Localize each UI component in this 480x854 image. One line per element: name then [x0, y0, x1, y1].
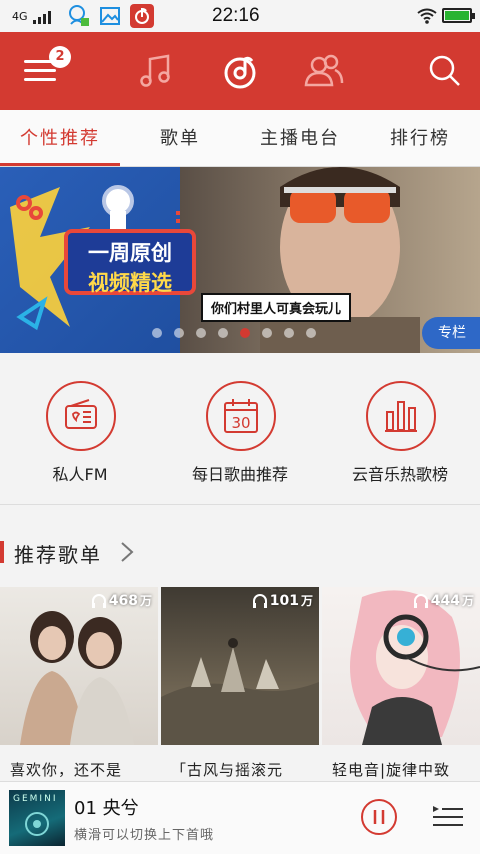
daily-recommend-label: 每日歌曲推荐: [191, 465, 288, 484]
playlist-cover: [322, 587, 480, 745]
album-art-text: GEMINI: [13, 794, 58, 804]
pause-icon: [361, 799, 397, 835]
playlist-card[interactable]: 468 万 喜欢你，还不是: [0, 587, 158, 787]
swipe-hint: 横滑可以切换上下首哦: [74, 828, 215, 843]
music-note-icon: [140, 54, 170, 87]
clock: 22:16: [212, 5, 260, 26]
headphones-icon: [91, 593, 106, 608]
app-root: 4G 22:16 2 个性推荐 歌单 主播电台 排行榜 一周原创 视频精选 你们…: [0, 0, 480, 854]
personal-fm-label: 私人FM: [52, 465, 108, 484]
playlist-queue-button[interactable]: [432, 804, 464, 830]
playlist-card[interactable]: 101 万 「古风与摇滚元: [161, 587, 319, 787]
recommended-playlists-header[interactable]: 推荐歌单: [0, 527, 480, 577]
carousel-dot: [196, 328, 206, 338]
play-count: 468 万: [91, 592, 152, 609]
hot-chart-button[interactable]: 云音乐热歌榜: [320, 353, 480, 505]
play-count-number: 468: [108, 592, 138, 609]
calendar-day: 30: [231, 414, 250, 432]
search-button[interactable]: [410, 32, 480, 110]
playlist-title: 喜欢你，还不是: [10, 761, 123, 779]
notification-badge: 2: [49, 46, 71, 68]
playlist-cover: [0, 587, 158, 745]
signal-icon: [33, 10, 57, 24]
netease-notification-icon: [130, 4, 154, 28]
banner-title-line2: 视频精选: [88, 271, 172, 295]
play-count-unit: 万: [461, 594, 474, 608]
headphones-icon: [252, 593, 267, 608]
play-count: 101 万: [252, 592, 313, 609]
top-bar: 2: [0, 32, 480, 110]
carousel-dot: [262, 328, 272, 338]
playlist-card[interactable]: 444 万 轻电音|旋律中致: [322, 587, 480, 787]
quick-entries: 私人FM 30 每日歌曲推荐 云音乐热歌榜: [0, 353, 480, 505]
carousel-dot: [306, 328, 316, 338]
personal-fm-button[interactable]: 私人FM: [0, 353, 160, 505]
hot-chart-label: 云音乐热歌榜: [351, 465, 448, 484]
status-bar: 4G 22:16: [0, 0, 480, 32]
playlist-cover: [161, 587, 319, 745]
friends-tab-button[interactable]: [292, 32, 356, 110]
play-count: 444 万: [413, 592, 474, 609]
banner-carousel[interactable]: 一周原创 视频精选 你们村里人可真会玩儿 专栏: [0, 167, 480, 353]
banner-caption: 你们村里人可真会玩儿: [201, 293, 352, 322]
banner-title-line1: 一周原创: [88, 241, 172, 265]
pause-button[interactable]: [360, 798, 398, 836]
radio-icon: [46, 381, 116, 451]
friends-icon: [304, 54, 344, 87]
menu-button[interactable]: [0, 32, 80, 110]
carousel-dot: [174, 328, 184, 338]
banner-tag: 专栏: [422, 317, 480, 349]
carousel-dot: [284, 328, 294, 338]
carousel-dot: [240, 328, 250, 338]
play-count-number: 101: [269, 592, 299, 609]
song-title: 01 央兮: [74, 798, 139, 819]
qq-notification-icon: [66, 4, 90, 28]
section-title: 推荐歌单: [14, 543, 102, 567]
play-count-unit: 万: [139, 594, 152, 608]
sub-tabs: 个性推荐 歌单 主播电台 排行榜: [0, 110, 480, 167]
mini-player[interactable]: GEMINI 01 央兮 横滑可以切换上下首哦: [0, 781, 480, 854]
playlist-title: 轻电音|旋律中致: [332, 761, 451, 779]
play-count-unit: 万: [300, 594, 313, 608]
music-tab-button[interactable]: [124, 32, 188, 110]
search-icon: [429, 55, 460, 86]
chart-bars-icon: [366, 381, 436, 451]
tab-radio[interactable]: 主播电台: [240, 110, 360, 167]
discover-tab-button[interactable]: [208, 32, 272, 110]
carousel-dot: [152, 328, 162, 338]
tab-recommend[interactable]: 个性推荐: [0, 110, 120, 167]
playlist-title: 「古风与摇滚元: [171, 761, 284, 779]
calendar-icon: 30: [206, 381, 276, 451]
netease-logo-icon: [224, 56, 256, 89]
chevron-right-icon: [121, 542, 134, 562]
banner-title: 一周原创 视频精选: [64, 229, 196, 295]
tab-playlists[interactable]: 歌单: [120, 110, 240, 167]
section-accent-bar: [0, 541, 4, 563]
headphones-icon: [413, 593, 428, 608]
album-art[interactable]: GEMINI: [9, 790, 65, 846]
tab-charts[interactable]: 排行榜: [360, 110, 480, 167]
tab-indicator: [0, 163, 120, 166]
gallery-notification-icon: [98, 4, 122, 28]
wifi-icon: [416, 7, 438, 25]
battery-icon: [442, 8, 475, 23]
battery-level: [445, 11, 469, 20]
play-count-number: 444: [430, 592, 460, 609]
carousel-dot: [218, 328, 228, 338]
queue-list-icon: [433, 806, 463, 826]
network-type: 4G: [12, 10, 28, 23]
daily-recommend-button[interactable]: 30 每日歌曲推荐: [160, 353, 320, 505]
